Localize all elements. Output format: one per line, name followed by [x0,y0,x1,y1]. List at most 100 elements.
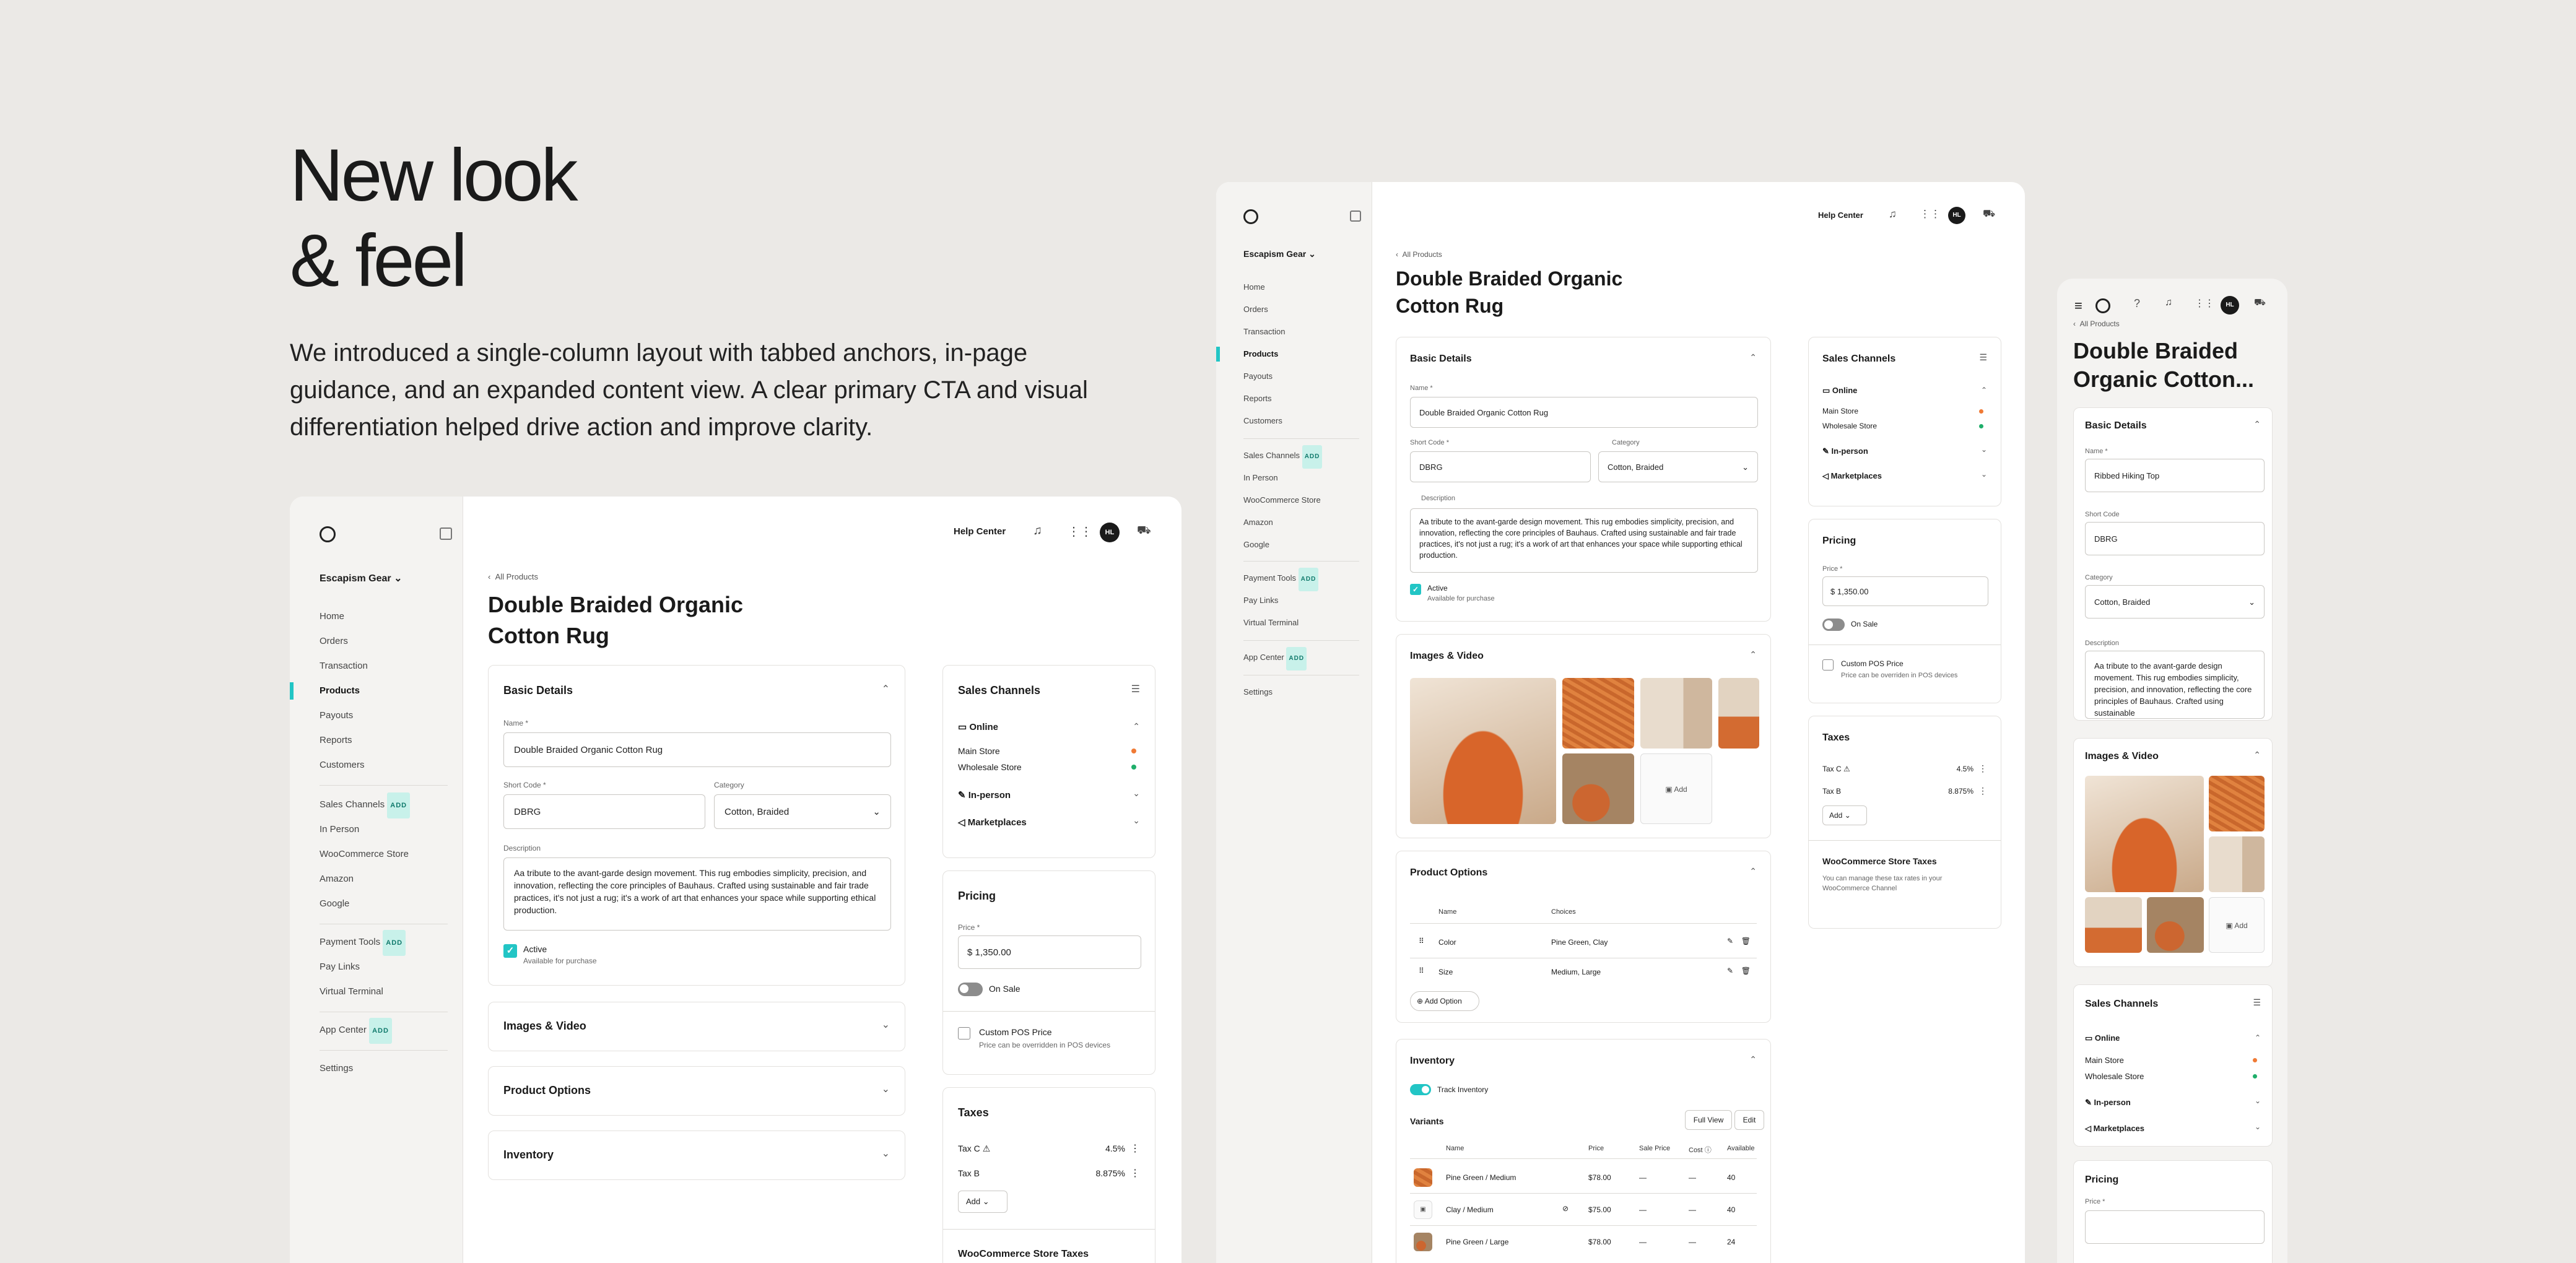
more-icon[interactable]: ⋮ [1978,763,1987,774]
chevron-up-icon[interactable]: ⌃ [1749,1054,1757,1065]
back-link[interactable]: ‹ All Products [1396,250,1442,259]
nav-item-virtual-terminal[interactable]: Virtual Terminal [290,979,463,1004]
nav-item-orders[interactable]: Orders [1216,298,1372,321]
filter-icon[interactable]: ☰ [2253,997,2261,1008]
nav-item-sales-channels[interactable]: Sales Channels ADD [1216,445,1372,469]
help-icon[interactable]: ? [2134,297,2140,310]
marketplaces-row[interactable]: ◁ Marketplaces [1822,471,1882,481]
category-select[interactable]: Cotton, Braided ⌄ [714,794,891,829]
nav-item-app-center[interactable]: App Center ADD [290,1018,463,1044]
nav-item-settings[interactable]: Settings [1216,681,1372,703]
nav-item-orders[interactable]: Orders [290,629,463,654]
in-person-row[interactable]: ✎ In-person [2085,1098,2131,1108]
filter-icon[interactable]: ☰ [1131,683,1140,695]
store-switcher[interactable]: Escapism Gear ⌄ [1243,249,1316,259]
nav-item-customers[interactable]: Customers [1216,410,1372,432]
chevron-down-icon[interactable]: ⌄ [2255,1122,2261,1131]
nav-item-transaction[interactable]: Transaction [290,654,463,679]
product-video-thumb[interactable] [2147,897,2204,953]
price-input[interactable] [2085,1210,2265,1244]
more-icon[interactable]: ⋮ [1978,786,1987,796]
help-center-link[interactable]: Help Center [954,526,1006,537]
nav-item-payouts[interactable]: Payouts [290,703,463,728]
apps-grid-icon[interactable]: ⋮⋮ [2195,297,2214,310]
chevron-down-icon[interactable]: ⌄ [1133,788,1140,799]
back-link[interactable]: ‹ All Products [488,572,538,581]
chevron-down-icon[interactable]: ⌄ [1981,470,1987,479]
chevron-up-icon[interactable]: ⌃ [1981,386,1987,394]
nav-item-google[interactable]: Google [290,892,463,916]
avatar[interactable]: HL [2221,296,2239,315]
nav-item-pay-links[interactable]: Pay Links [290,955,463,979]
price-input[interactable]: $ 1,350.00 [958,935,1141,969]
product-options-card[interactable]: Product Options ⌄ [488,1066,905,1116]
marketplaces-row[interactable]: ◁ Marketplaces [2085,1124,2144,1134]
trash-icon[interactable]: 🗑 [1741,966,1751,975]
add-tax-button[interactable]: Add ⌄ [958,1191,1007,1213]
help-center-link[interactable]: Help Center [1818,210,1863,220]
product-image-thumb[interactable] [2209,776,2265,831]
product-image-thumb[interactable] [2209,836,2265,892]
product-image-thumb[interactable] [2085,897,2142,953]
product-image-thumb[interactable] [1562,678,1634,749]
sidebar-collapse-icon[interactable] [1350,210,1361,222]
description-textarea[interactable]: Aa tribute to the avant-garde design mov… [1410,508,1758,573]
images-video-card[interactable]: Images & Video ⌄ [488,1002,905,1051]
cart-icon[interactable]: ⛟ [1137,524,1151,539]
nav-item-amazon[interactable]: Amazon [1216,511,1372,534]
nav-item-home[interactable]: Home [1216,276,1372,298]
chevron-up-icon[interactable]: ⌃ [2255,1033,2261,1042]
chevron-down-icon[interactable]: ⌄ [1133,815,1140,826]
short-code-input[interactable]: DBRG [1410,451,1591,482]
nav-item-amazon[interactable]: Amazon [290,867,463,892]
avatar[interactable]: HL [1948,207,1965,224]
chevron-up-icon[interactable]: ⌃ [2253,419,2261,430]
custom-pos-checkbox[interactable] [1822,659,1834,671]
apps-grid-icon[interactable]: ⋮⋮ [1920,208,1941,220]
add-image-button[interactable]: ▣ Add [1640,753,1712,824]
drag-handle-icon[interactable]: ⠿ [1419,966,1424,975]
product-image-main[interactable] [2085,776,2204,892]
sidebar-collapse-icon[interactable] [440,527,452,540]
category-select[interactable]: Cotton, Braided ⌄ [2085,585,2265,618]
avatar[interactable]: HL [1100,523,1120,542]
chevron-up-icon[interactable]: ⌃ [1749,649,1757,660]
product-image-thumb[interactable] [1718,678,1759,749]
chevron-down-icon[interactable]: ⌄ [1981,445,1987,454]
hamburger-menu-icon[interactable]: ≡ [2074,287,2082,324]
nav-item-woocommerce[interactable]: WooCommerce Store [290,842,463,867]
on-sale-toggle[interactable] [958,983,983,996]
nav-item-reports[interactable]: Reports [290,728,463,753]
custom-pos-checkbox[interactable] [958,1027,970,1039]
nav-item-app-center[interactable]: App Center ADD [1216,646,1372,671]
short-code-input[interactable]: DBRG [503,794,705,829]
add-tax-button[interactable]: Add ⌄ [1822,805,1867,825]
short-code-input[interactable]: DBRG [2085,522,2265,555]
nav-item-sales-channels[interactable]: Sales Channels ADD [290,792,463,818]
trash-icon[interactable]: 🗑 [1741,937,1751,945]
nav-item-payment-tools[interactable]: Payment Tools ADD [290,930,463,956]
nav-item-home[interactable]: Home [290,604,463,629]
full-view-button[interactable]: Full View [1685,1110,1732,1130]
nav-item-payouts[interactable]: Payouts [1216,365,1372,388]
drag-handle-icon[interactable]: ⠿ [1419,937,1424,945]
product-image-thumb[interactable] [1640,678,1712,749]
in-person-row[interactable]: ✎ In-person [1822,446,1868,456]
bell-icon[interactable]: ♫ [2165,297,2172,308]
variant-row[interactable]: Pine Green / Medium $78.00 — — 40 [1410,1163,1757,1192]
edit-button[interactable]: Edit [1734,1110,1764,1130]
nav-item-google[interactable]: Google [1216,534,1372,556]
online-row[interactable]: ▭ Online [958,721,998,732]
nav-item-pay-links[interactable]: Pay Links [1216,589,1372,612]
back-link[interactable]: ‹ All Products [2073,319,2120,328]
hidden-eye-icon[interactable]: ⊘ [1562,1204,1569,1213]
chevron-up-icon[interactable]: ⌃ [2253,750,2261,760]
name-input[interactable]: Double Braided Organic Cotton Rug [503,732,891,767]
inventory-card[interactable]: Inventory ⌄ [488,1131,905,1180]
nav-item-products[interactable]: Products [290,679,463,703]
store-switcher[interactable]: Escapism Gear ⌄ [320,572,402,584]
nav-item-in-person[interactable]: In Person [1216,467,1372,489]
nav-item-in-person[interactable]: In Person [290,817,463,842]
nav-item-products[interactable]: Products [1216,343,1372,365]
in-person-row[interactable]: ✎ In-person [958,789,1011,801]
